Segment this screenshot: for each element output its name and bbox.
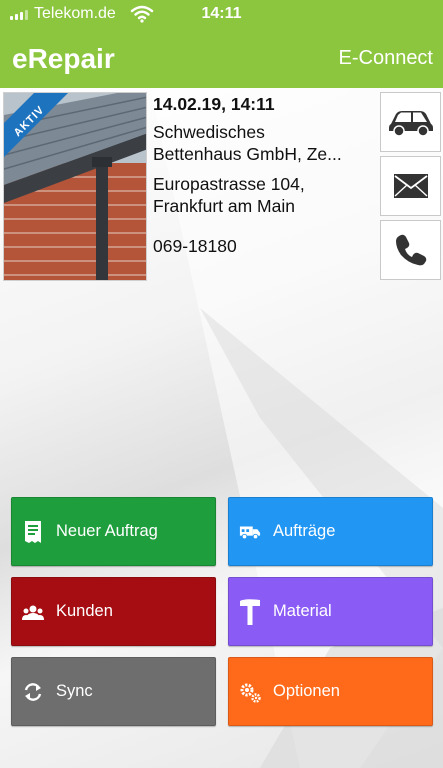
order-photo[interactable]: AKTIV bbox=[3, 92, 147, 281]
options-button[interactable]: Optionen bbox=[228, 657, 433, 726]
envelope-icon bbox=[393, 174, 428, 198]
customer-address: Europastrasse 104, Frankfurt am Main bbox=[153, 173, 375, 217]
sync-icon bbox=[22, 680, 44, 704]
customers-button[interactable]: Kunden bbox=[11, 577, 216, 646]
address-street: Europastrasse 104, bbox=[153, 174, 305, 194]
options-label: Optionen bbox=[273, 682, 340, 700]
navigate-button[interactable] bbox=[380, 92, 441, 152]
material-button[interactable]: Material bbox=[228, 577, 433, 646]
material-label: Material bbox=[273, 602, 332, 620]
hammer-icon bbox=[239, 598, 261, 625]
order-datetime: 14.02.19, 14:11 bbox=[153, 94, 275, 114]
sync-button[interactable]: Sync bbox=[11, 657, 216, 726]
company-line-2: Bettenhaus GmbH, Ze... bbox=[153, 144, 342, 164]
car-icon bbox=[388, 111, 433, 136]
app-title: eRepair bbox=[12, 43, 115, 74]
app-header: eRepair E-Connect bbox=[0, 30, 443, 88]
truck-icon bbox=[239, 520, 261, 544]
users-icon bbox=[22, 600, 44, 624]
new-order-button[interactable]: Neuer Auftrag bbox=[11, 497, 216, 566]
sync-label: Sync bbox=[56, 682, 93, 700]
e-connect-link[interactable]: E-Connect bbox=[339, 47, 434, 70]
receipt-icon bbox=[22, 520, 44, 544]
phone-icon bbox=[395, 234, 426, 266]
customer-company: Schwedisches Bettenhaus GmbH, Ze... bbox=[153, 121, 375, 165]
address-city: Frankfurt am Main bbox=[153, 196, 295, 216]
main-content: AKTIV 14.02.19, 14:11 Schwedisches Bette… bbox=[0, 88, 443, 768]
call-button[interactable] bbox=[380, 220, 441, 280]
clock: 14:11 bbox=[201, 5, 242, 22]
new-order-label: Neuer Auftrag bbox=[56, 522, 158, 540]
gears-icon bbox=[239, 680, 261, 704]
order-details: 14.02.19, 14:11 Schwedisches Bettenhaus … bbox=[153, 93, 375, 257]
orders-label: Aufträge bbox=[273, 522, 336, 540]
status-bar: Telekom.de 14:11 bbox=[0, 0, 443, 30]
company-line-1: Schwedisches bbox=[153, 122, 265, 142]
customer-phone: 069-18180 bbox=[153, 236, 237, 256]
email-button[interactable] bbox=[380, 156, 441, 216]
customers-label: Kunden bbox=[56, 602, 113, 620]
orders-button[interactable]: Aufträge bbox=[228, 497, 433, 566]
